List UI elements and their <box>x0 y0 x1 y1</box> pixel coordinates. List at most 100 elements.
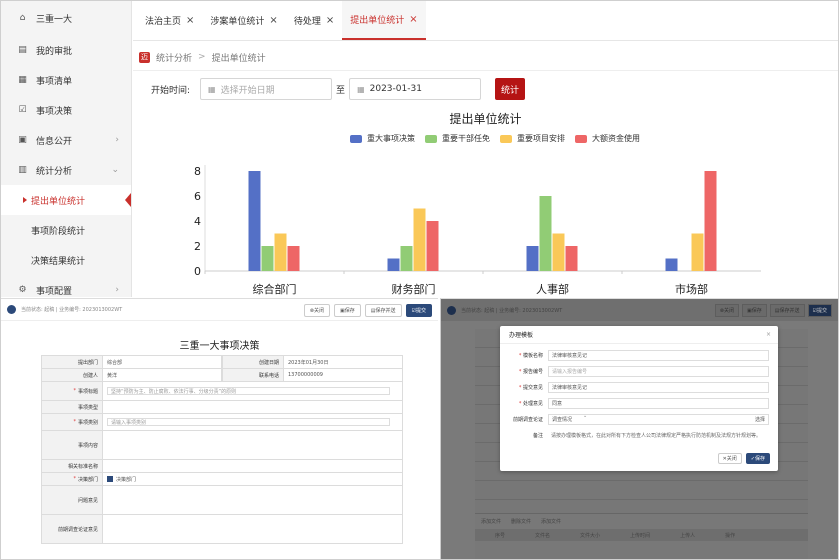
start-date-input[interactable]: ▦ 选择开始日期 <box>200 78 333 100</box>
button-label: 保存并送 <box>375 308 396 314</box>
save-button: ▣ 保存 <box>742 304 767 317</box>
chevron-right-icon: › <box>115 285 119 295</box>
modal-close-button[interactable]: ✕ 关闭 <box>717 453 742 464</box>
save-button[interactable]: ▣ 保存 <box>334 304 361 317</box>
sidebar-item[interactable]: ▦ 事项清单 <box>1 65 131 95</box>
modal-field-label: * 模板名称 <box>500 352 548 359</box>
close-button[interactable]: ⊗ 关闭 <box>303 304 330 317</box>
legend-item[interactable]: 大额资金使用 <box>575 133 640 144</box>
form-label-text: 事项标题 <box>77 388 98 395</box>
form-title: 三重一大事项决策 <box>179 341 260 352</box>
sidebar-item[interactable]: ⌂ 三重一大 <box>1 1 131 35</box>
checkbox-icon[interactable] <box>107 476 113 482</box>
submit-button[interactable]: ☑ 提交 <box>405 304 432 317</box>
form-label: 创建日期 <box>222 356 284 368</box>
decision-form-table: 提出部门 综合部 创建日期 2023年01月30日 创建人 黄洋 联系电话 137000000… <box>41 355 403 544</box>
sidebar-item-label: 提出单位统计 <box>31 196 86 207</box>
sidebar-item[interactable]: ☑ 事项决策 <box>1 95 131 125</box>
modal-select[interactable]: 调查情况 选择 <box>548 413 769 425</box>
x-category-label: 人事部 <box>536 282 569 296</box>
modal-field-row: * 处理意见 同意 <box>500 395 778 411</box>
divider <box>133 70 838 71</box>
decision-form-screenshot: 当前状态: 起稿 | 业务编号: 2023013002WT ⊗ 关闭 ▣ 保存 ▤ … <box>1 298 438 559</box>
tab-label: 法治主页 <box>145 17 182 27</box>
form-row: 提出部门 综合部 创建日期 2023年01月30日 <box>41 356 403 369</box>
sidebar-item-label: 信息公开 <box>36 136 73 147</box>
close-icon[interactable]: × <box>409 14 417 25</box>
tab[interactable]: 提出单位统计 × <box>342 1 426 40</box>
breadcrumb-parent[interactable]: 统计分析 <box>156 51 192 64</box>
modal-field-label-text: 模板名称 <box>522 352 543 359</box>
sidebar-item[interactable]: ▣ 信息公开 › <box>1 125 131 155</box>
end-date-input[interactable]: ▦ 2023-01-31 <box>349 78 482 100</box>
y-tick-label: 0 <box>194 265 201 278</box>
sidebar-item[interactable]: 事项阶段统计 <box>1 215 131 245</box>
close-icon[interactable]: × <box>766 331 771 338</box>
sidebar-item[interactable]: ▤ 我的审批 <box>1 35 131 65</box>
form-value <box>103 486 403 514</box>
form-input[interactable]: 请输入事项类别 <box>107 418 391 426</box>
form-row: 问题意见 <box>41 486 403 515</box>
legend-swatch <box>350 134 362 143</box>
modal-input[interactable]: 请输入报告编号 <box>548 365 769 377</box>
button-label: 保存 <box>754 456 765 462</box>
modal-save-button[interactable]: ✓ 保存 <box>745 453 770 464</box>
modal-input[interactable]: 同意 <box>548 397 769 409</box>
bar <box>413 208 426 271</box>
module-logo-icon: 迈 <box>139 51 150 63</box>
y-tick-label: 6 <box>194 190 201 203</box>
statistics-button[interactable]: 统计 <box>495 78 526 100</box>
modal-field-label: 备注 <box>500 432 548 439</box>
home-icon: ⌂ <box>19 13 26 23</box>
sidebar-item[interactable]: 决策结果统计 <box>1 245 131 275</box>
form-row: * 事项标题 坚持“预防为主、防止腐败、依法行事、分级分责”的原则 <box>41 382 403 401</box>
legend-swatch <box>575 134 587 143</box>
breadcrumb-separator: > <box>198 52 206 62</box>
form-row: 创建人 黄洋 联系电话 13700000009 <box>41 369 403 382</box>
tab[interactable]: 法治主页 × <box>137 1 202 40</box>
chevron-down-icon: ⌄ <box>111 165 119 175</box>
close-icon[interactable]: × <box>326 15 334 26</box>
form-label-text: 决策部门 <box>77 476 98 483</box>
button-label: 保存并送 <box>779 308 800 314</box>
close-icon[interactable]: × <box>186 15 194 26</box>
form-value <box>103 460 403 472</box>
form-value[interactable]: 请输入事项类别 <box>103 414 403 430</box>
tab[interactable]: 待处理 × <box>286 1 342 40</box>
background-status-text: 当前状态: 起稿 | 业务编号: 2023013002WT <box>461 307 563 314</box>
form-value: 黄洋 <box>103 369 222 381</box>
legend-item[interactable]: 重要项目安排 <box>500 133 565 144</box>
modal-input[interactable]: 法律审核意见记 <box>548 349 769 361</box>
modal-field-value: 调查情况 <box>552 416 573 423</box>
button-label: 关闭 <box>313 308 324 314</box>
bar <box>691 233 704 271</box>
y-tick-label: 4 <box>194 215 201 228</box>
bar <box>287 246 300 271</box>
settings-icon: ⚙ <box>18 285 27 295</box>
select-button[interactable]: 选择 <box>755 416 765 423</box>
form-value[interactable]: 决策部门 <box>103 473 403 485</box>
x-category-label: 市场部 <box>675 282 708 296</box>
form-label-text: 提出部门 <box>77 359 98 366</box>
form-label: 联系电话 <box>222 369 284 381</box>
sidebar-item[interactable]: ▥ 统计分析 ⌄ <box>1 155 131 185</box>
sidebar-item-label: 三重一大 <box>36 14 73 25</box>
sidebar-item-label: 事项清单 <box>36 76 73 87</box>
sidebar-item[interactable]: 提出单位统计 <box>1 185 131 215</box>
form-label: 事项内容 <box>41 431 103 459</box>
modal-field-value: 法律审核意见记 <box>552 352 588 359</box>
legend-item[interactable]: 重要干部任免 <box>425 133 490 144</box>
form-value[interactable]: 坚持“预防为主、防止腐败、依法行事、分级分责”的原则 <box>103 382 403 400</box>
tab[interactable]: 涉案单位统计 × <box>202 1 285 40</box>
tab-label: 涉案单位统计 <box>210 17 265 27</box>
sidebar-item-label: 事项配置 <box>36 286 73 297</box>
modal-input[interactable]: 法律审核意见记 <box>548 381 769 393</box>
column-header: 上传人 <box>680 532 696 539</box>
close-icon[interactable]: × <box>269 15 277 26</box>
form-label-text: 创建人 <box>82 372 98 379</box>
legend-item[interactable]: 重大事项决策 <box>350 133 415 144</box>
bar <box>552 233 565 271</box>
button-label: 保存 <box>751 308 762 314</box>
form-input[interactable]: 坚持“预防为主、防止腐败、依法行事、分级分责”的原则 <box>107 387 391 395</box>
save-and-send-button[interactable]: ▤ 保存并送 <box>364 304 402 317</box>
